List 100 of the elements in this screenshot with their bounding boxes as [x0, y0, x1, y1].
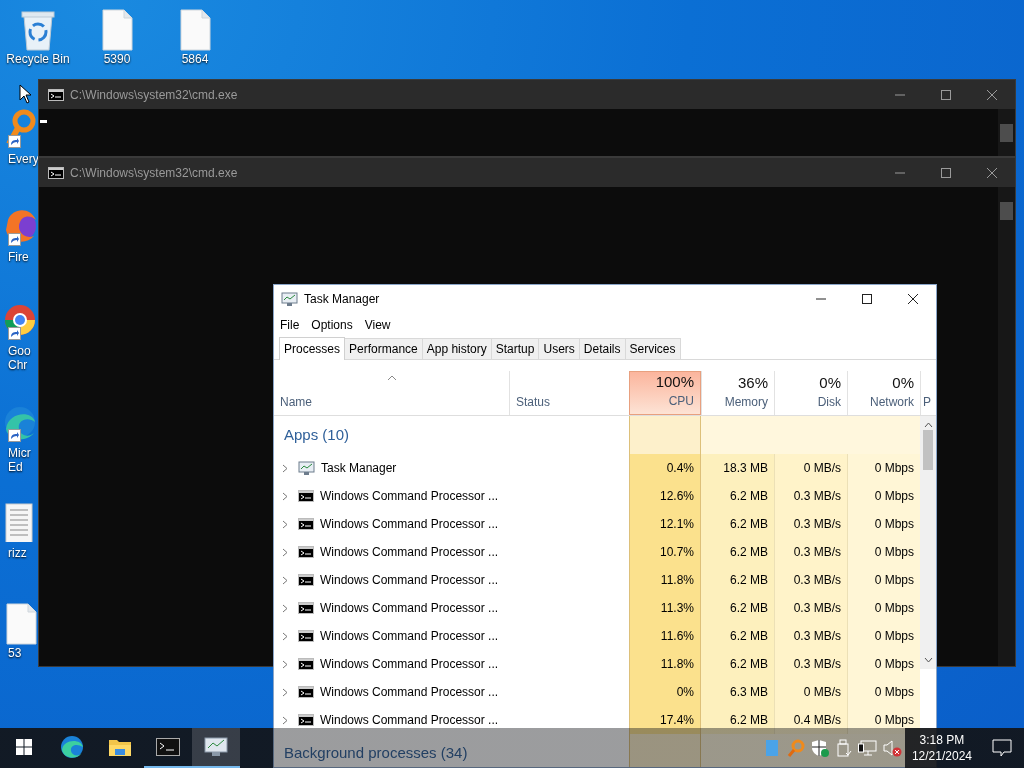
table-cell: 0 Mbps — [847, 510, 920, 538]
window-title: C:\Windows\system32\cmd.exe — [70, 86, 239, 104]
table-cell: 11.6% — [629, 622, 701, 650]
console-icon — [298, 490, 314, 502]
chevron-icon[interactable] — [282, 463, 288, 473]
column-header[interactable]: 0% Network — [847, 371, 920, 415]
chevron-icon[interactable] — [282, 547, 288, 557]
column-header[interactable]: 0% Disk — [774, 371, 847, 415]
console-icon — [298, 574, 314, 586]
clock-time: 3:18 PM — [918, 732, 966, 748]
scroll-bar[interactable] — [998, 109, 1015, 156]
shortcut-arrow-icon — [8, 429, 21, 442]
scroll-down-icon[interactable] — [923, 657, 933, 663]
speaker-muted-icon[interactable] — [881, 739, 902, 757]
console-icon — [298, 630, 314, 642]
process-name: Windows Command Processor ... — [320, 656, 499, 673]
table-cell: 0.3 MB/s — [774, 594, 847, 622]
table-cell: 0 MB/s — [774, 454, 847, 482]
column-label: Memory — [723, 394, 768, 411]
clock-date: 12/21/2024 — [911, 748, 972, 764]
desktop-icon[interactable]: Recycle Bin — [6, 8, 70, 66]
tab[interactable]: Details — [578, 338, 626, 359]
table-cell: 6.2 MB — [701, 482, 774, 510]
usage-percent: 0% — [818, 373, 841, 393]
usage-percent: 36% — [736, 373, 768, 393]
close-icon[interactable] — [908, 294, 918, 304]
process-name: Task Manager — [321, 460, 397, 477]
console-icon — [298, 658, 314, 670]
table-cell: 0.3 MB/s — [774, 482, 847, 510]
table-cell: 0 Mbps — [847, 678, 920, 706]
chevron-icon[interactable] — [282, 519, 288, 529]
clock[interactable]: 3:18 PM 12/21/2024 — [903, 732, 980, 764]
taskbar-button[interactable] — [192, 728, 240, 768]
table-cell: 0.4% — [629, 454, 701, 482]
chevron-icon[interactable] — [282, 603, 288, 613]
menu-item[interactable]: File — [274, 315, 306, 334]
group-header[interactable]: Apps (10) — [274, 416, 629, 454]
shield-icon[interactable] — [810, 739, 829, 757]
column-label: Status — [516, 394, 552, 411]
table-cell: 6.2 MB — [701, 510, 774, 538]
folder-icon — [108, 737, 132, 757]
tab[interactable]: Processes — [279, 337, 346, 360]
table-cell: 6.2 MB — [701, 594, 774, 622]
table-cell: 0 Mbps — [847, 538, 920, 566]
file-icon — [100, 8, 134, 52]
console-icon — [298, 546, 314, 558]
column-header[interactable]: 36% Memory — [701, 371, 774, 415]
desktop-icon[interactable]: 5390 — [85, 8, 149, 66]
column-label: Network — [869, 394, 914, 411]
desktop-icon[interactable] — [4, 602, 38, 646]
scroll-bar[interactable] — [998, 187, 1015, 666]
scroll-bar[interactable] — [920, 416, 936, 669]
column-shading — [629, 734, 701, 767]
column-label: Disk — [816, 394, 841, 411]
notification-icon[interactable] — [992, 739, 1012, 757]
menu-item[interactable]: View — [358, 315, 397, 334]
mouse-pointer-icon — [19, 84, 33, 104]
tab[interactable]: Services — [624, 338, 681, 359]
process-name: Windows Command Processor ... — [320, 572, 499, 589]
scroll-thumb[interactable] — [923, 430, 933, 470]
usage-percent: 0% — [891, 373, 914, 393]
tab[interactable]: Startup — [490, 338, 540, 359]
chevron-icon[interactable] — [282, 687, 288, 697]
table-cell: 11.8% — [629, 566, 701, 594]
console-icon — [298, 602, 314, 614]
desktop-icon[interactable]: 5864 — [163, 8, 227, 66]
table-cell: 10.7% — [629, 538, 701, 566]
chevron-icon[interactable] — [282, 659, 288, 669]
table-cell: 0.3 MB/s — [774, 650, 847, 678]
usb-drive-icon[interactable] — [835, 739, 852, 757]
chevron-icon[interactable] — [282, 631, 288, 641]
icon-label: Recycle Bin — [6, 52, 70, 66]
column-header[interactable]: P — [920, 371, 936, 415]
process-name: Windows Command Processor ... — [320, 712, 499, 729]
chevron-icon[interactable] — [282, 575, 288, 585]
file-icon — [4, 602, 38, 646]
menu-item[interactable]: Options — [305, 315, 359, 334]
chevron-icon[interactable] — [282, 491, 288, 501]
tab[interactable]: Performance — [344, 338, 423, 359]
icon-label: Fire — [7, 250, 29, 264]
icon-label: Goo — [7, 344, 31, 358]
chevron-icon[interactable] — [282, 715, 288, 725]
sort-caret-icon — [386, 375, 397, 381]
column-header[interactable]: 100% CPU — [629, 371, 701, 415]
network-icon[interactable] — [857, 739, 878, 757]
shortcut-arrow-icon — [8, 327, 21, 340]
scroll-up-icon[interactable] — [923, 422, 933, 428]
table-cell: 11.3% — [629, 594, 701, 622]
icon-label: Chr — [7, 358, 28, 372]
text-cursor — [40, 120, 47, 123]
icon-label: 53 — [7, 646, 22, 660]
table-cell: 0 Mbps — [847, 454, 920, 482]
tab[interactable]: App history — [421, 338, 492, 359]
tab[interactable]: Users — [538, 338, 580, 359]
column-header[interactable]: Name — [274, 371, 509, 415]
column-label: Name — [280, 394, 313, 411]
maximize-icon[interactable] — [862, 294, 872, 304]
group-header[interactable]: Background processes (34) — [274, 734, 629, 767]
column-shading — [629, 416, 701, 454]
icon-label: Ed — [7, 460, 23, 474]
